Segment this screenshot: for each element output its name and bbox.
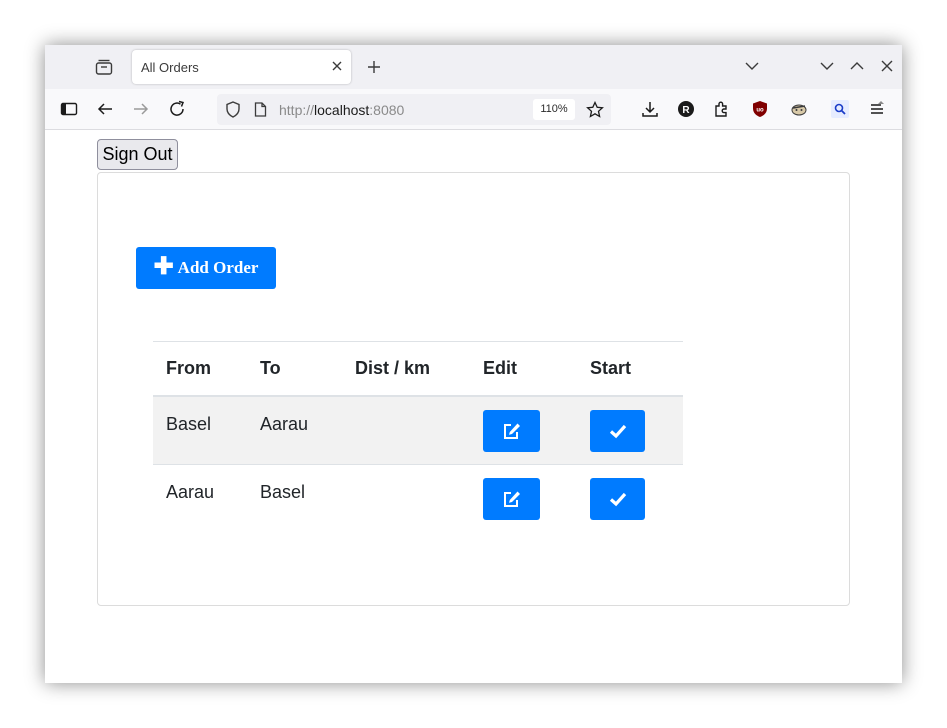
cell-edit <box>470 395 577 465</box>
table-row: Aarau Basel <box>153 464 683 534</box>
add-order-button[interactable]: ✚ Add Order <box>136 247 276 289</box>
column-header-dist: Dist / km <box>342 341 470 397</box>
column-header-start: Start <box>577 341 683 397</box>
cell-start <box>577 395 683 465</box>
url-port: :8080 <box>369 102 405 118</box>
cell-from: Basel <box>153 395 247 465</box>
app-menu-icon[interactable] <box>869 100 887 118</box>
shield-icon[interactable] <box>225 101 241 118</box>
svg-text:R: R <box>682 105 690 116</box>
start-button[interactable] <box>590 409 645 452</box>
table-header-row: From To Dist / km Edit Start <box>153 341 683 397</box>
tab-all-orders[interactable]: All Orders <box>132 50 351 84</box>
minimize-chevron-down-icon[interactable] <box>820 59 834 73</box>
cell-from: Aarau <box>153 464 247 534</box>
maximize-chevron-up-icon[interactable] <box>850 59 864 73</box>
download-icon[interactable] <box>641 100 659 118</box>
forward-icon[interactable] <box>132 100 150 118</box>
tab-bar: All Orders <box>45 45 902 89</box>
edit-icon <box>503 423 520 439</box>
orders-card: ✚ Add Order From To Dist / km Edit Start… <box>97 172 850 606</box>
cell-dist <box>342 395 470 465</box>
table-row: Basel Aarau <box>153 395 683 465</box>
tab-overview-icon[interactable] <box>95 59 113 75</box>
list-all-tabs-chevron-down-icon[interactable] <box>745 59 759 73</box>
column-header-from: From <box>153 341 247 397</box>
column-header-edit: Edit <box>470 341 577 397</box>
r-extension-icon[interactable]: R <box>677 100 695 118</box>
check-icon <box>609 424 626 438</box>
new-tab-plus-icon[interactable] <box>367 60 381 74</box>
sign-out-button[interactable]: Sign Out <box>97 139 178 170</box>
page-content: Sign Out ✚ Add Order From To Dist / km E… <box>45 131 902 683</box>
svg-text:uo: uo <box>756 108 764 114</box>
navigation-toolbar: http://localhost:8080 110% R uo <box>45 89 902 130</box>
url-host: localhost <box>314 102 370 118</box>
plus-icon: ✚ <box>153 253 174 280</box>
cell-to: Basel <box>247 464 342 534</box>
extension-icon[interactable] <box>713 100 731 118</box>
start-button[interactable] <box>590 478 645 520</box>
orders-table: From To Dist / km Edit Start Basel Aarau <box>153 341 683 534</box>
page-icon[interactable] <box>254 102 267 117</box>
search-extension-icon[interactable] <box>831 100 849 118</box>
cell-dist <box>342 464 470 534</box>
browser-window: All Orders http://localhost:8080 110% R … <box>45 45 902 683</box>
url-text[interactable]: http://localhost:8080 <box>279 102 404 118</box>
reload-icon[interactable] <box>168 100 186 118</box>
edit-icon <box>503 491 520 507</box>
face-extension-icon[interactable] <box>790 100 808 118</box>
tab-title: All Orders <box>141 60 199 75</box>
zoom-level-button[interactable]: 110% <box>533 99 575 120</box>
sidebar-icon[interactable] <box>60 100 78 118</box>
window-close-icon[interactable] <box>880 59 894 73</box>
cell-to: Aarau <box>247 395 342 465</box>
url-scheme: http:// <box>279 102 315 118</box>
add-order-label: Add Order <box>177 258 259 277</box>
check-icon <box>609 492 626 507</box>
edit-button[interactable] <box>483 478 540 520</box>
back-icon[interactable] <box>96 100 114 118</box>
edit-button[interactable] <box>483 409 540 452</box>
column-header-to: To <box>247 341 342 397</box>
cell-edit <box>470 464 577 534</box>
close-icon[interactable] <box>331 60 343 72</box>
star-icon[interactable] <box>586 101 604 119</box>
ublock-shield-icon[interactable]: uo <box>751 100 769 118</box>
url-bar[interactable]: http://localhost:8080 110% <box>217 94 611 125</box>
cell-start <box>577 464 683 534</box>
